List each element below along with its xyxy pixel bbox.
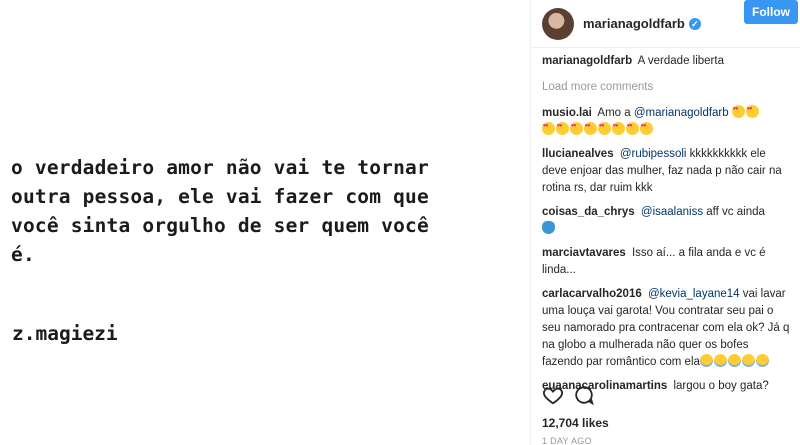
- heart-eyes-emoji-icon: [640, 122, 653, 135]
- comment-user[interactable]: coisas_da_chrys: [542, 206, 635, 218]
- post-actions: [542, 384, 595, 406]
- comment-item: marciavtavares Isso aí... a fila anda e …: [542, 245, 792, 279]
- comment-user[interactable]: llucianealves: [542, 148, 614, 160]
- likes-count[interactable]: 12,704 likes: [542, 416, 609, 430]
- crying-laughing-emoji-icon: [713, 354, 727, 367]
- comment-item: carlacarvalho2016 @kevia_layane14 vai la…: [542, 286, 792, 371]
- comment-item: llucianealves @rubipessoli kkkkkkkkkk el…: [542, 146, 792, 197]
- comment-item: musio.lai Amo a @marianagoldfarb: [542, 105, 792, 139]
- load-more-comments-link[interactable]: Load more comments: [542, 79, 792, 96]
- comment-mention[interactable]: @rubipessoli: [620, 148, 687, 160]
- heart-eyes-emoji-icon: [612, 122, 625, 135]
- comment-list: marianagoldfarb A verdade liberta Load m…: [542, 53, 792, 402]
- heart-eyes-emoji-icon: [598, 122, 611, 135]
- avatar[interactable]: [542, 7, 574, 40]
- post-timestamp: 1 DAY AGO: [542, 436, 592, 445]
- post-image[interactable]: o verdadeiro amor não vai te tornar outr…: [0, 0, 530, 445]
- flexed-biceps-emoji-icon: [542, 221, 555, 234]
- crying-laughing-emoji-icon: [741, 354, 755, 367]
- caption-user[interactable]: marianagoldfarb: [542, 55, 632, 67]
- header-username-label[interactable]: marianagoldfarb: [583, 16, 685, 31]
- quote-text: o verdadeiro amor não vai te tornar outr…: [11, 156, 429, 266]
- comment-text: Amo a: [597, 107, 631, 119]
- comment-mention[interactable]: @kevia_layane14: [648, 288, 740, 300]
- heart-eyes-emoji-icon: [626, 122, 639, 135]
- header-username[interactable]: marianagoldfarb ✓: [583, 16, 701, 31]
- comment-item: coisas_da_chrys @isaalaniss aff vc ainda: [542, 204, 792, 238]
- quote-signature: z.magiezi: [12, 322, 118, 345]
- comment-user[interactable]: marciavtavares: [542, 247, 626, 259]
- caption-text: A verdade liberta: [637, 55, 724, 67]
- heart-eyes-emoji-icon: [570, 122, 583, 135]
- heart-eyes-emoji-icon: [542, 122, 555, 135]
- crying-laughing-emoji-icon: [755, 354, 769, 367]
- heart-eyes-emoji-icon: [556, 122, 569, 135]
- crying-laughing-emoji-icon: [699, 354, 713, 367]
- comment-text: aff vc ainda: [706, 206, 765, 218]
- comment-mention[interactable]: @isaalaniss: [641, 206, 703, 218]
- heart-eyes-emoji-icon: [745, 105, 759, 118]
- comment-user[interactable]: carlacarvalho2016: [542, 288, 642, 300]
- caption: marianagoldfarb A verdade liberta: [542, 53, 792, 70]
- comments-panel: marianagoldfarb ✓ Follow marianagoldfarb …: [530, 0, 800, 445]
- heart-icon[interactable]: [542, 384, 564, 406]
- comment-text: largou o boy gata?: [673, 380, 769, 392]
- heart-eyes-emoji-icon: [584, 122, 597, 135]
- comment-icon[interactable]: [573, 384, 595, 406]
- heart-eyes-emoji-icon: [731, 105, 745, 118]
- follow-button[interactable]: Follow: [744, 0, 798, 24]
- comment-mention[interactable]: @marianagoldfarb: [634, 107, 729, 119]
- comment-user[interactable]: musio.lai: [542, 107, 592, 119]
- crying-laughing-emoji-icon: [727, 354, 741, 367]
- verified-badge-icon: ✓: [688, 18, 701, 30]
